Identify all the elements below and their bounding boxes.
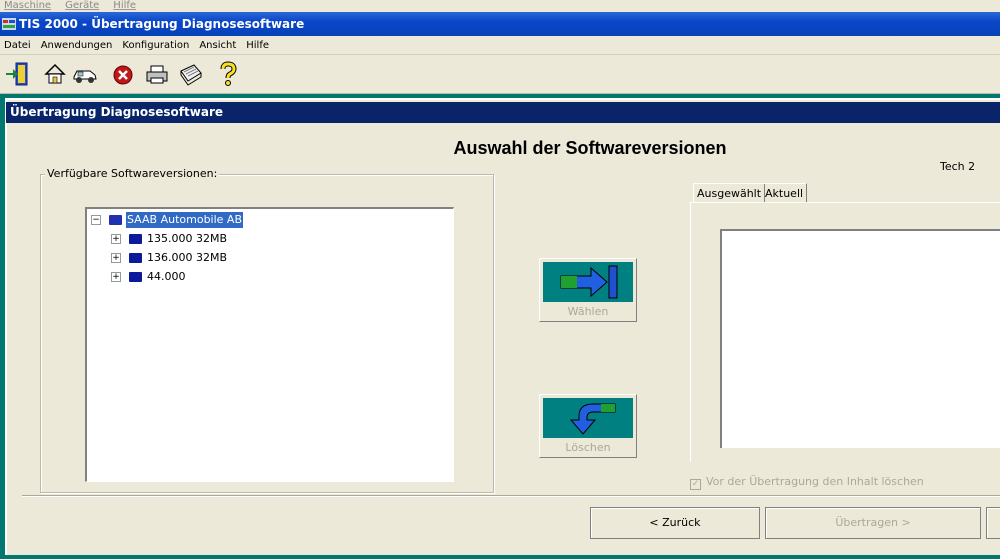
tree-node-root[interactable]: − SAAB Automobile AB [87, 212, 447, 228]
next-button-partial[interactable] [986, 507, 1000, 539]
folder-icon [129, 272, 142, 282]
host-menu-maschine[interactable]: Maschine [4, 0, 51, 11]
stop-icon[interactable] [110, 61, 136, 87]
menu-hilfe[interactable]: Hilfe [246, 40, 269, 51]
host-menu-bar: Maschine Geräte Hilfe [0, 0, 1000, 12]
checkbox-check-icon[interactable]: ✓ [690, 479, 701, 490]
tab-ausgewaehlt[interactable]: Ausgewählt [693, 183, 766, 203]
toolbar [0, 55, 1000, 94]
available-versions-label: Verfügbare Softwareversionen: [45, 167, 220, 180]
tree-node-label[interactable]: 136.000 32MB [147, 250, 227, 266]
delete-button-face [543, 398, 633, 438]
menu-konfiguration[interactable]: Konfiguration [122, 40, 189, 51]
menu-datei[interactable]: Datei [4, 40, 31, 51]
folder-icon [129, 234, 142, 244]
clear-before-transfer-checkbox[interactable]: ✓ Vor der Übertragung den Inhalt löschen [690, 475, 924, 490]
open-folder-icon [109, 215, 122, 225]
delete-button-label: Löschen [565, 441, 611, 454]
host-menu-hilfe[interactable]: Hilfe [113, 0, 136, 11]
panel-title-bar: Übertragung Diagnosesoftware [6, 102, 1000, 123]
select-button-face [543, 262, 633, 302]
tree-node-item[interactable]: + 136.000 32MB [87, 250, 447, 266]
expand-icon[interactable]: + [111, 253, 121, 263]
window-title-bar: TIS 2000 - Übertragung Diagnosesoftware [0, 12, 1000, 36]
tree-node-item[interactable]: + 44.000 [87, 269, 447, 285]
tree-node-label[interactable]: 44.000 [147, 269, 186, 285]
app-menu-bar: Datei Anwendungen Konfiguration Ansicht Hilf… [0, 37, 1000, 55]
expand-icon[interactable]: + [111, 272, 121, 282]
printer-icon[interactable] [144, 61, 170, 87]
collapse-icon[interactable]: − [91, 215, 101, 225]
car-icon[interactable] [72, 61, 98, 87]
page-heading: Auswahl der Softwareversionen [453, 138, 727, 158]
selected-versions-list[interactable] [720, 229, 1000, 448]
host-menu-geraete[interactable]: Geräte [65, 0, 99, 11]
folder-icon [129, 253, 142, 263]
menu-ansicht[interactable]: Ansicht [199, 40, 236, 51]
tree-node-label[interactable]: 135.000 32MB [147, 231, 227, 247]
software-tree[interactable]: − SAAB Automobile AB + 135.000 32MB + 13… [85, 207, 454, 482]
delete-button[interactable]: Löschen [539, 394, 637, 458]
device-label: Tech 2 [940, 160, 976, 173]
help-icon[interactable] [215, 61, 241, 87]
arrow-back-down-icon [569, 403, 616, 435]
select-button-label: Wählen [567, 305, 609, 318]
expand-icon[interactable]: + [111, 234, 121, 244]
panel-title: Übertragung Diagnosesoftware [10, 105, 223, 119]
menu-anwendungen[interactable]: Anwendungen [41, 40, 113, 51]
app-icon [2, 18, 16, 30]
arrow-right-icon [560, 265, 618, 299]
tree-node-label[interactable]: SAAB Automobile AB [126, 212, 244, 228]
checkbox-label: Vor der Übertragung den Inhalt löschen [706, 475, 924, 488]
document-icon[interactable] [178, 61, 204, 87]
transfer-button[interactable]: Übertragen > [765, 507, 981, 539]
separator [22, 495, 1000, 497]
back-button[interactable]: < Zurück [590, 507, 760, 539]
exit-door-icon[interactable] [4, 61, 30, 87]
tab-aktuell[interactable]: Aktuell [762, 183, 808, 203]
tree-node-item[interactable]: + 135.000 32MB [87, 231, 447, 247]
select-button[interactable]: Wählen [539, 258, 637, 322]
window-title: TIS 2000 - Übertragung Diagnosesoftware [19, 17, 305, 31]
home-icon[interactable] [42, 61, 68, 87]
